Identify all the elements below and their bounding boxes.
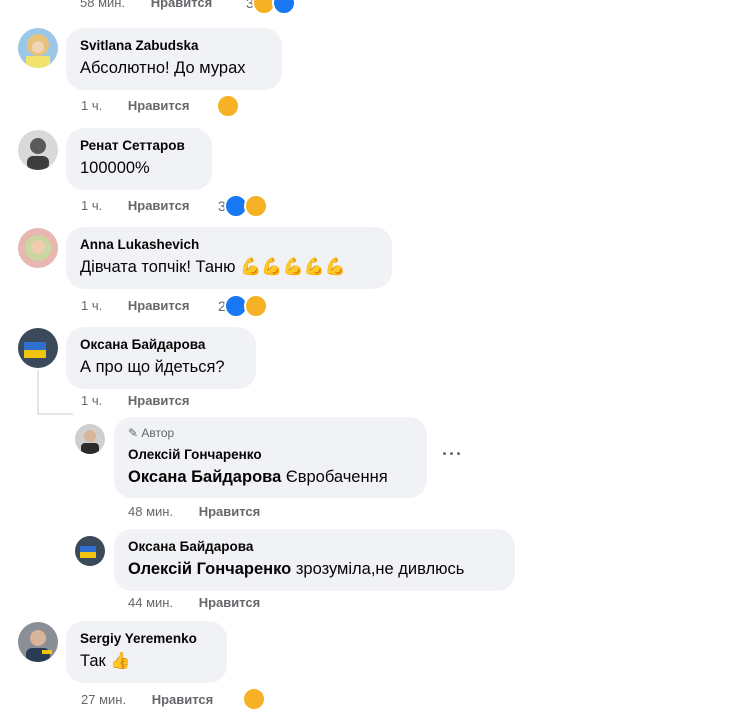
reply-text: Олексій Гончаренко зрозуміла,не дивлюсь — [128, 558, 501, 580]
reply-meta: 48 мин. Нравится — [128, 504, 260, 520]
comment-author[interactable]: Оксана Байдарова — [80, 336, 242, 353]
muscle-emoji-icon: 💪💪💪💪💪 — [240, 257, 346, 276]
comment-meta: 1 ч. Нравится — [81, 198, 189, 214]
comment-bubble: Sergiy Yeremenko Так 👍 — [66, 621, 227, 683]
comment-bubble: Anna Lukashevich Дівчата топчік! Таню 💪💪… — [66, 227, 392, 289]
reaction-summary[interactable]: 3 — [218, 194, 268, 218]
comment-text: 100000% — [80, 159, 150, 177]
avatar[interactable] — [75, 424, 105, 454]
comment-text: А про що йдеться? — [80, 358, 225, 376]
reaction-summary[interactable]: 3 — [246, 0, 296, 15]
like-button[interactable]: Нравится — [199, 504, 261, 519]
reply-bubble: Оксана Байдарова Олексій Гончаренко зроз… — [114, 529, 515, 591]
comment-author[interactable]: Svitlana Zabudska — [80, 37, 268, 54]
reply-meta: 44 мин. Нравится — [128, 595, 260, 611]
avatar[interactable] — [18, 328, 58, 368]
comment-time[interactable]: 1 ч. — [81, 98, 102, 113]
comment-meta-top: 58 мин. Нравится — [80, 0, 212, 11]
like-button[interactable]: Нравится — [199, 595, 261, 610]
avatar[interactable] — [18, 622, 58, 662]
reaction-summary[interactable] — [242, 687, 266, 711]
reply-bubble: ✎ Автор Олексій Гончаренко Оксана Байдар… — [114, 417, 427, 498]
comment-author[interactable]: Sergiy Yeremenko — [80, 630, 213, 647]
comment-time[interactable]: 1 ч. — [81, 393, 102, 408]
comment-text: Дівчата топчік! Таню 💪💪💪💪💪 — [80, 256, 378, 278]
comment-time[interactable]: 1 ч. — [81, 198, 102, 213]
comment-time[interactable]: 58 мин. — [80, 0, 125, 10]
comment-author[interactable]: Anna Lukashevich — [80, 236, 378, 253]
comment-text: Абсолютно! До мурах — [80, 59, 246, 77]
comment-bubble: Svitlana Zabudska Абсолютно! До мурах — [66, 28, 282, 90]
thread-line-branch — [37, 413, 73, 415]
avatar[interactable] — [75, 536, 105, 566]
comment-text-body: Дівчата топчік! Таню — [80, 258, 236, 276]
author-badge-label: Автор — [141, 426, 175, 440]
like-button[interactable]: Нравится — [128, 298, 190, 313]
care-reaction-icon — [216, 94, 240, 118]
reaction-summary[interactable]: 2 — [218, 294, 268, 318]
avatar[interactable] — [18, 130, 58, 170]
like-reaction-icon — [271, 0, 296, 15]
like-button[interactable]: Нравится — [128, 98, 190, 113]
like-button[interactable]: Нравится — [151, 0, 213, 10]
reply-text-body: зрозуміла,не дивлюсь — [295, 560, 465, 578]
care-reaction-icon — [243, 294, 268, 318]
pencil-icon: ✎ — [128, 426, 139, 440]
comment-meta: 1 ч. Нравится — [81, 298, 189, 314]
reply-author[interactable]: Олексій Гончаренко — [128, 446, 413, 463]
comment-text: Так 👍 — [80, 650, 213, 672]
reply-time[interactable]: 44 мин. — [128, 595, 173, 610]
reply-time[interactable]: 48 мин. — [128, 504, 173, 519]
mention-link[interactable]: Олексій Гончаренко — [128, 560, 291, 578]
comment-meta: 1 ч. Нравится — [81, 98, 189, 114]
care-reaction-icon — [242, 687, 266, 711]
comment-bubble: Ренат Сеттаров 100000% — [66, 128, 212, 190]
more-options-icon[interactable]: ··· — [442, 444, 463, 465]
avatar[interactable] — [18, 28, 58, 68]
comment-author[interactable]: Ренат Сеттаров — [80, 137, 198, 154]
author-badge: ✎ Автор — [128, 425, 413, 441]
reply-text: Оксана Байдарова Євробачення — [128, 466, 413, 488]
comment-meta: 1 ч. Нравится — [81, 393, 189, 409]
like-button[interactable]: Нравится — [128, 393, 190, 408]
care-reaction-icon — [243, 194, 268, 218]
comment-time[interactable]: 1 ч. — [81, 298, 102, 313]
like-button[interactable]: Нравится — [128, 198, 190, 213]
comment-bubble: Оксана Байдарова А про що йдеться? — [66, 327, 256, 389]
thread-line — [37, 370, 39, 415]
avatar[interactable] — [18, 228, 58, 268]
mention-link[interactable]: Оксана Байдарова — [128, 468, 281, 486]
reply-text-body: Євробачення — [285, 468, 388, 486]
reply-author[interactable]: Оксана Байдарова — [128, 538, 501, 555]
thumbs-up-emoji-icon: 👍 — [110, 652, 131, 670]
reaction-summary[interactable] — [216, 94, 240, 118]
comment-meta: 27 мин. Нравится — [81, 692, 213, 708]
comment-text-body: Так — [80, 652, 106, 670]
